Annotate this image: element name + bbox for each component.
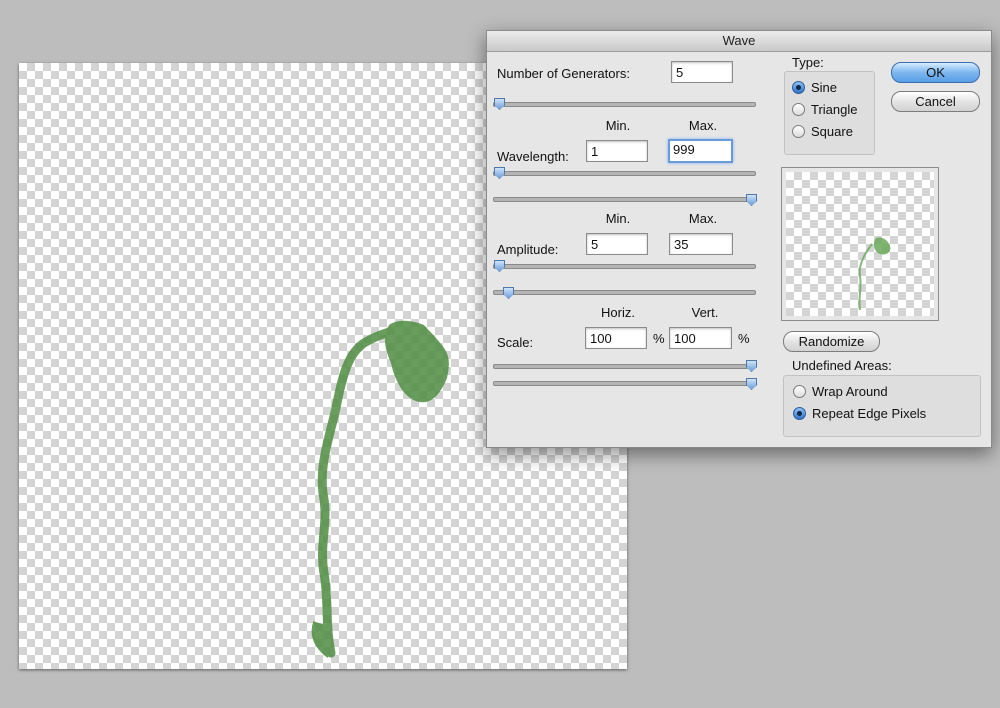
radio-repeat-edge[interactable] (793, 407, 806, 420)
preview-plant (858, 237, 891, 311)
generators-label: Number of Generators: (497, 66, 630, 81)
wavelength-max-header: Max. (688, 118, 718, 133)
amplitude-min-slider[interactable] (493, 260, 756, 272)
generators-field[interactable]: 5 (671, 61, 733, 83)
amplitude-max-header: Max. (688, 211, 718, 226)
scale-vert-slider-thumb[interactable] (746, 378, 757, 390)
amplitude-label: Amplitude: (497, 242, 559, 257)
radio-sine[interactable] (792, 81, 805, 94)
wavelength-min-slider[interactable] (493, 167, 756, 179)
amplitude-max-slider[interactable] (493, 287, 756, 299)
undefined-option-wrap-around-label: Wrap Around (812, 384, 888, 399)
amplitude-min-slider-thumb[interactable] (494, 260, 505, 272)
generators-slider-thumb[interactable] (494, 98, 505, 110)
scale-vert-unit: % (738, 331, 750, 346)
undefined-option-wrap-around[interactable]: Wrap Around (793, 384, 973, 402)
type-option-sine-label: Sine (811, 80, 838, 95)
scale-vert-field[interactable]: 100 (669, 327, 732, 349)
amplitude-max-slider-thumb[interactable] (503, 287, 514, 299)
amplitude-max-field[interactable]: 35 (669, 233, 733, 255)
scale-label: Scale: (497, 335, 534, 350)
type-group: Sine Triangle Square (784, 71, 875, 155)
type-option-triangle[interactable]: Triangle (792, 102, 870, 120)
wavelength-max-slider[interactable] (493, 194, 757, 206)
undefined-option-repeat-edge[interactable]: Repeat Edge Pixels (793, 406, 973, 424)
radio-wrap-around[interactable] (793, 385, 806, 398)
scale-horiz-header: Horiz. (601, 305, 635, 320)
scale-horiz-slider[interactable] (493, 360, 757, 372)
preview-panel[interactable] (781, 167, 939, 321)
scale-horiz-field[interactable]: 100 (585, 327, 647, 349)
generators-slider[interactable] (493, 98, 756, 110)
wavelength-max-field[interactable]: 999 (668, 139, 733, 163)
wavelength-max-slider-thumb[interactable] (746, 194, 757, 206)
amplitude-min-field[interactable]: 5 (586, 233, 648, 255)
ok-button[interactable]: OK (891, 62, 980, 83)
type-option-square[interactable]: Square (792, 124, 870, 142)
cancel-button[interactable]: Cancel (891, 91, 980, 112)
undefined-areas-group: Wrap Around Repeat Edge Pixels (783, 375, 981, 437)
radio-square[interactable] (792, 125, 805, 138)
scale-horiz-unit: % (653, 331, 665, 346)
wavelength-min-header: Min. (605, 118, 631, 133)
type-option-square-label: Square (811, 124, 853, 139)
undefined-areas-label: Undefined Areas: (792, 358, 892, 373)
wavelength-min-field[interactable]: 1 (586, 140, 648, 162)
wavelength-label: Wavelength: (497, 149, 569, 164)
type-label: Type: (792, 55, 824, 70)
dialog-title: Wave (487, 31, 991, 52)
radio-triangle[interactable] (792, 103, 805, 116)
undefined-option-repeat-edge-label: Repeat Edge Pixels (812, 406, 927, 421)
amplitude-min-header: Min. (605, 211, 631, 226)
type-option-triangle-label: Triangle (811, 102, 858, 117)
scale-vert-slider[interactable] (493, 378, 757, 390)
wave-dialog: Wave Number of Generators: 5 Min. Max. W… (486, 30, 992, 448)
randomize-button[interactable]: Randomize (783, 331, 880, 352)
scale-horiz-slider-thumb[interactable] (746, 360, 757, 372)
wavelength-min-slider-thumb[interactable] (494, 167, 505, 179)
scale-vert-header: Vert. (691, 305, 719, 320)
type-option-sine[interactable]: Sine (792, 80, 870, 98)
preview-image (786, 172, 934, 316)
